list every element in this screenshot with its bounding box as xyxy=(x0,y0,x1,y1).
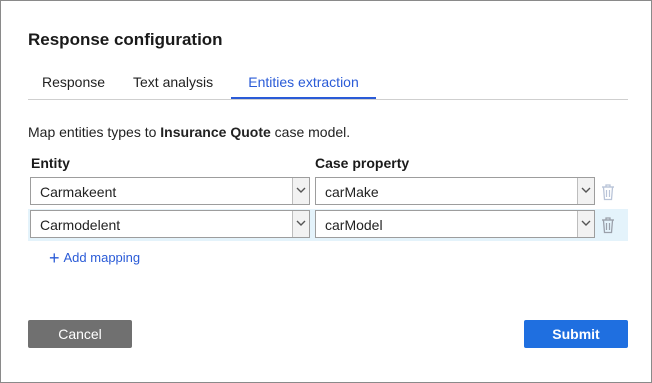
cancel-button[interactable]: Cancel xyxy=(28,320,132,348)
response-configuration-dialog: Response configuration Response Text ana… xyxy=(0,0,652,383)
chevron-down-icon[interactable] xyxy=(292,211,309,237)
case-property-select-value: carModel xyxy=(325,217,383,233)
entity-column-header: Entity xyxy=(31,155,70,171)
tab-bar: Response Text analysis Entities extracti… xyxy=(28,73,628,100)
case-property-column-header: Case property xyxy=(315,155,410,171)
chevron-down-icon[interactable] xyxy=(577,178,594,204)
tab-response[interactable]: Response xyxy=(42,73,105,98)
case-model-name: Insurance Quote xyxy=(160,124,271,140)
mapping-row: Carmakeent carMake xyxy=(28,176,628,208)
case-property-select-value: carMake xyxy=(325,184,379,200)
entity-select[interactable]: Carmakeent xyxy=(30,177,310,205)
entity-select[interactable]: Carmodelent xyxy=(30,210,310,238)
tab-text-analysis[interactable]: Text analysis xyxy=(133,73,213,98)
add-mapping-link[interactable]: + Add mapping xyxy=(49,248,140,269)
submit-button[interactable]: Submit xyxy=(524,320,628,348)
entity-select-value: Carmakeent xyxy=(40,184,117,200)
mapping-description: Map entities types to Insurance Quote ca… xyxy=(28,124,350,140)
description-prefix: Map entities types to xyxy=(28,124,161,140)
add-mapping-label: Add mapping xyxy=(63,250,141,265)
dialog-title: Response configuration xyxy=(28,30,223,49)
mapping-row: Carmodelent carModel xyxy=(28,209,628,241)
plus-icon: + xyxy=(49,248,60,268)
trash-icon[interactable] xyxy=(600,216,616,234)
chevron-down-icon[interactable] xyxy=(292,178,309,204)
chevron-down-icon[interactable] xyxy=(577,211,594,237)
case-property-select[interactable]: carMake xyxy=(315,177,595,205)
tab-entities-extraction[interactable]: Entities extraction xyxy=(231,73,376,99)
case-property-select[interactable]: carModel xyxy=(315,210,595,238)
description-suffix: case model. xyxy=(270,124,351,140)
entity-select-value: Carmodelent xyxy=(40,217,121,233)
trash-icon[interactable] xyxy=(600,183,616,201)
